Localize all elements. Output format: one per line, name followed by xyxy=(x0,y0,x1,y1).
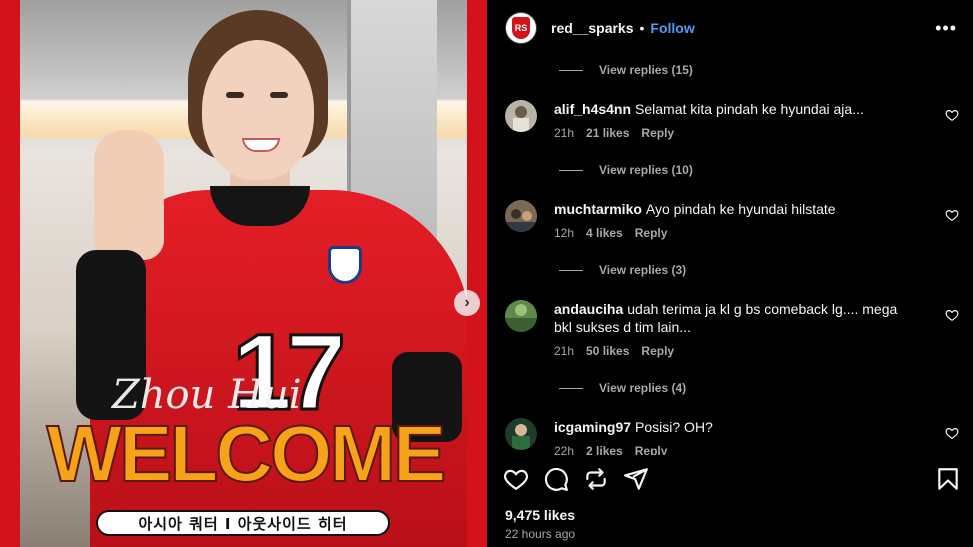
reply-button[interactable]: Reply xyxy=(641,126,674,140)
likes-count[interactable]: 9,475 likes xyxy=(505,507,575,523)
comment-meta: 12h 4 likes Reply xyxy=(554,226,914,240)
post-timestamp: 22 hours ago xyxy=(505,527,576,541)
post-panel: RS red__sparks • Follow ••• View replies… xyxy=(487,0,973,547)
comment-username[interactable]: muchtarmiko xyxy=(554,201,642,217)
post-actions xyxy=(487,462,973,498)
comment-likes[interactable]: 2 likes xyxy=(586,444,623,455)
player-face xyxy=(202,40,314,180)
divider-line xyxy=(559,387,583,389)
follow-button[interactable]: Follow xyxy=(650,20,694,36)
view-replies-label: View replies (15) xyxy=(599,63,693,77)
comment-meta: 21h 21 likes Reply xyxy=(554,126,914,140)
comment-username[interactable]: andauciha xyxy=(554,301,623,317)
comment-text: icgaming97 Posisi? OH? xyxy=(554,418,914,436)
avatar[interactable] xyxy=(505,100,537,132)
comment-text: muchtarmiko Ayo pindah ke hyundai hilstat… xyxy=(554,200,914,218)
club-badge-icon xyxy=(328,246,362,284)
post-header: RS red__sparks • Follow ••• xyxy=(487,0,973,55)
post-username[interactable]: red__sparks xyxy=(551,20,634,36)
bookmark-icon[interactable] xyxy=(935,466,961,492)
view-replies-label: View replies (3) xyxy=(599,263,687,277)
view-replies-button[interactable]: View replies (15) xyxy=(559,63,693,77)
peace-sign-hand xyxy=(94,130,164,260)
view-replies-button[interactable]: View replies (4) xyxy=(559,381,686,395)
more-options-icon[interactable]: ••• xyxy=(935,18,957,39)
comment-likes[interactable]: 21 likes xyxy=(586,126,629,140)
repost-icon[interactable] xyxy=(583,466,609,492)
comment-username[interactable]: icgaming97 xyxy=(554,419,631,435)
heart-icon[interactable] xyxy=(945,208,959,222)
comment-likes[interactable]: 50 likes xyxy=(586,344,629,358)
heart-icon[interactable] xyxy=(945,108,959,122)
comment-likes[interactable]: 4 likes xyxy=(586,226,623,240)
view-replies-button[interactable]: View replies (3) xyxy=(559,263,686,277)
heart-icon[interactable] xyxy=(945,308,959,322)
media-border xyxy=(467,0,487,547)
reply-button[interactable]: Reply xyxy=(635,444,668,455)
comment-content: Posisi? OH? xyxy=(635,419,713,435)
comment-body: muchtarmiko Ayo pindah ke hyundai hilstat… xyxy=(554,200,914,240)
avatar[interactable] xyxy=(505,418,537,450)
comments-list[interactable]: View replies (15) alif_h4s4nn Selamat kit… xyxy=(487,55,973,455)
comment-time: 12h xyxy=(554,226,575,240)
send-icon[interactable] xyxy=(623,466,649,492)
view-replies-button[interactable]: View replies (10) xyxy=(559,163,693,177)
player-eye xyxy=(270,92,288,98)
position-caption: 아시아 쿼터 I 아웃사이드 히터 xyxy=(96,510,390,536)
heart-icon[interactable] xyxy=(945,426,959,440)
comment-meta: 22h 2 likes Reply xyxy=(554,444,914,455)
club-logo-icon: RS xyxy=(512,16,530,39)
chevron-right-icon: › xyxy=(464,294,470,311)
divider-line xyxy=(559,69,583,71)
separator-dot: • xyxy=(639,19,645,36)
divider-line xyxy=(559,269,583,271)
view-replies-label: View replies (10) xyxy=(599,163,693,177)
comment-bubble-icon[interactable] xyxy=(543,466,569,492)
comment-time: 21h xyxy=(554,344,575,358)
comment-body: andauciha udah terima ja kl g bs comeback… xyxy=(554,300,914,358)
divider-line xyxy=(559,169,583,171)
player-eye xyxy=(226,92,244,98)
comment-username[interactable]: alif_h4s4nn xyxy=(554,101,631,117)
comment-body: icgaming97 Posisi? OH? 22h 2 likes Reply xyxy=(554,418,914,455)
comment-body: alif_h4s4nn Selamat kita pindah ke hyunda… xyxy=(554,100,914,140)
comment-time: 22h xyxy=(554,444,575,455)
reply-button[interactable]: Reply xyxy=(641,344,674,358)
comment-content: Ayo pindah ke hyundai hilstate xyxy=(645,201,836,217)
next-media-button[interactable]: › xyxy=(454,290,480,316)
comment-text: andauciha udah terima ja kl g bs comeback… xyxy=(554,300,914,336)
heart-icon[interactable] xyxy=(503,466,529,492)
welcome-headline: WELCOME xyxy=(46,409,448,498)
view-replies-label: View replies (4) xyxy=(599,381,687,395)
comment-text: alif_h4s4nn Selamat kita pindah ke hyunda… xyxy=(554,100,914,118)
comment-meta: 21h 50 likes Reply xyxy=(554,344,914,358)
comment-content: Selamat kita pindah ke hyundai aja... xyxy=(635,101,864,117)
reply-button[interactable]: Reply xyxy=(635,226,668,240)
avatar[interactable] xyxy=(505,300,537,332)
avatar[interactable]: RS xyxy=(505,11,537,44)
comment-time: 21h xyxy=(554,126,575,140)
media-border xyxy=(0,0,20,547)
post-media[interactable]: 17 Zhou Hui WELCOME 아시아 쿼터 I 아웃사이드 히터 › xyxy=(0,0,487,547)
avatar[interactable] xyxy=(505,200,537,232)
